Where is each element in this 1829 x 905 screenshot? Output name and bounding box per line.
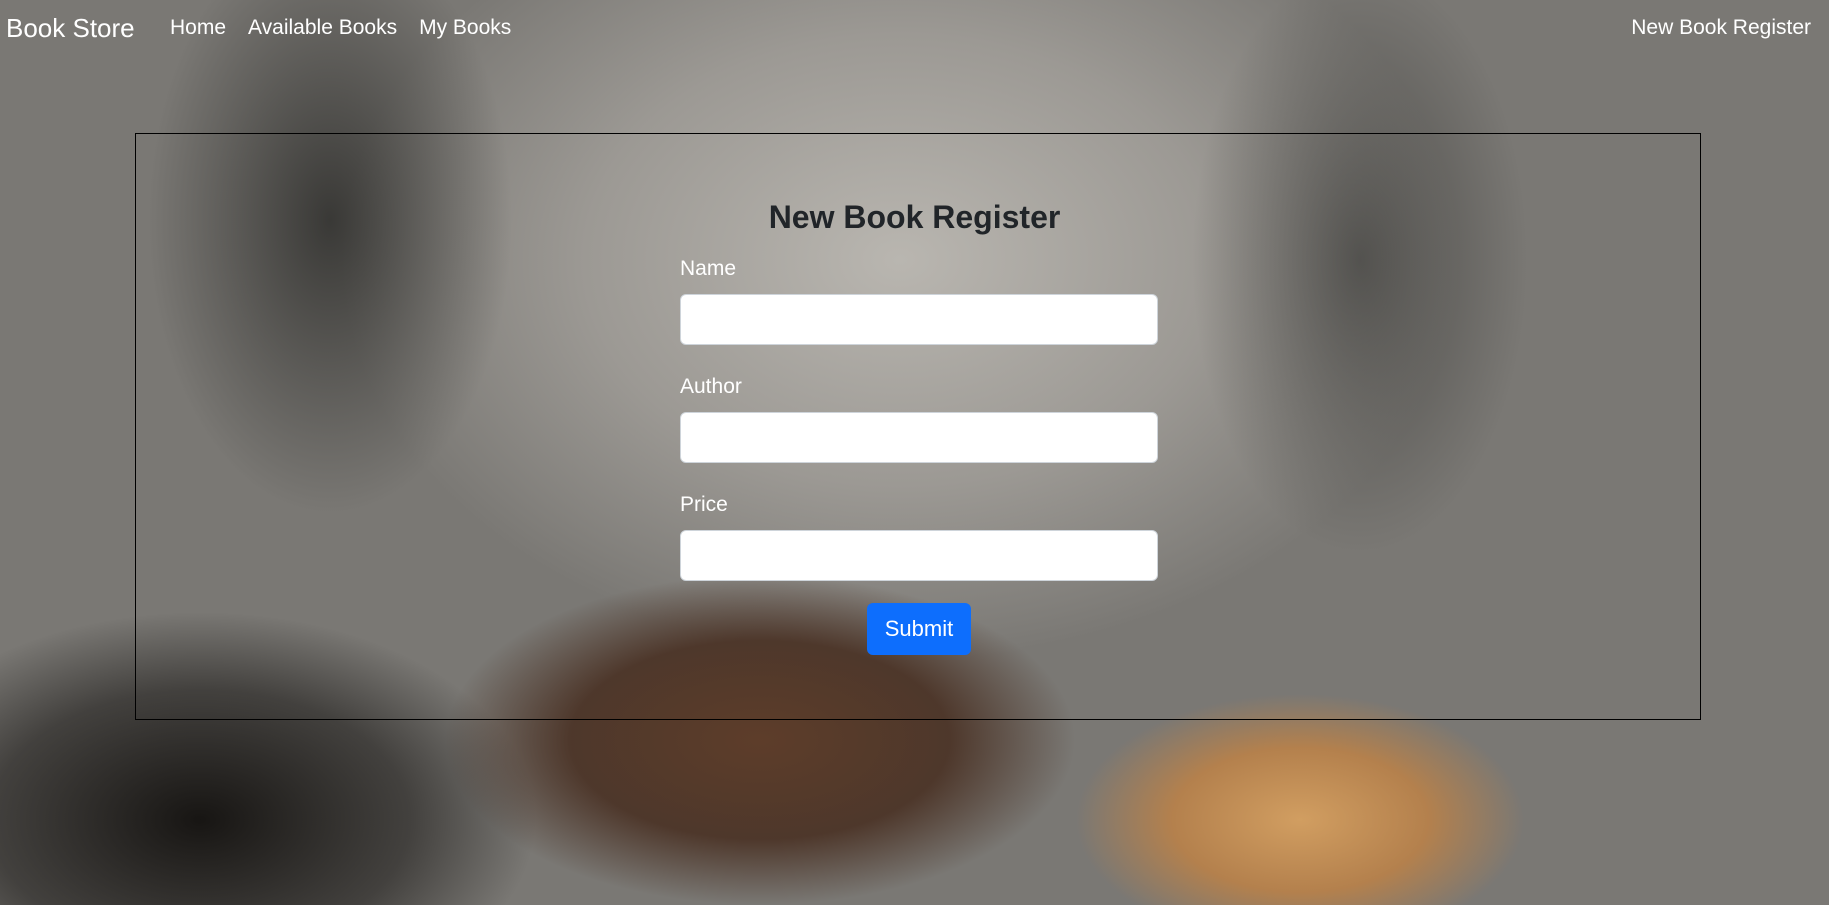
price-input[interactable]: [680, 530, 1158, 581]
nav-links: Home Available Books My Books: [170, 16, 533, 40]
nav-link-my-books[interactable]: My Books: [419, 16, 511, 40]
name-input[interactable]: [680, 294, 1158, 345]
author-input[interactable]: [680, 412, 1158, 463]
nav-link-home[interactable]: Home: [170, 16, 226, 40]
author-field-group: Author: [680, 373, 1158, 463]
author-label: Author: [680, 375, 742, 398]
navbar: Book Store Home Available Books My Books…: [0, 0, 1829, 58]
price-label: Price: [680, 493, 728, 516]
name-field-group: Name: [680, 255, 1158, 345]
submit-button[interactable]: Submit: [867, 603, 971, 655]
nav-link-new-book-register[interactable]: New Book Register: [1631, 16, 1811, 40]
price-field-group: Price: [680, 491, 1158, 581]
form-title: New Book Register: [768, 199, 1061, 235]
name-label: Name: [680, 257, 737, 280]
nav-link-available-books[interactable]: Available Books: [248, 16, 397, 40]
brand-link[interactable]: Book Store: [6, 13, 135, 44]
book-register-form: Name Author Price: [680, 255, 1158, 609]
